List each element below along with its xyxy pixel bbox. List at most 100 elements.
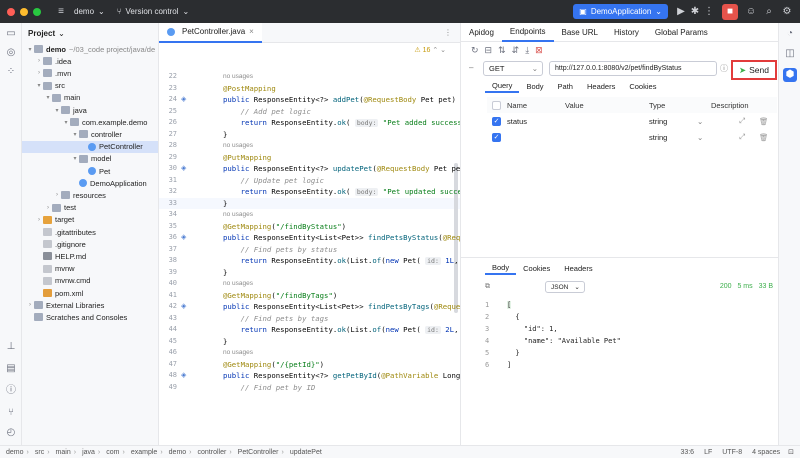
tree-item[interactable]: ▾ src <box>22 80 158 92</box>
request-tab[interactable]: Path <box>551 79 580 93</box>
maximize-window-icon[interactable] <box>33 7 41 16</box>
apidog-tab[interactable]: Base URL <box>554 23 606 42</box>
expand-icon[interactable]: ⇅ <box>498 45 506 56</box>
expand-arrow-icon[interactable]: ▾ <box>62 119 70 126</box>
tree-item[interactable]: ▾ controller <box>22 128 158 140</box>
stop-icon[interactable]: ■ <box>722 3 738 20</box>
tree-item[interactable]: mvnw <box>22 263 158 275</box>
hamburger-menu-icon[interactable]: ≡ <box>54 5 68 19</box>
problems-icon[interactable]: ⓘ <box>5 385 17 397</box>
expand-arrow-icon[interactable]: › <box>44 205 52 211</box>
tree-item[interactable]: HELP.md <box>22 250 158 262</box>
endpoint-gutter-icon[interactable]: ◈ <box>181 371 186 379</box>
expand-arrow-icon[interactable]: › <box>35 58 43 64</box>
apidog-icon[interactable]: ⬢ <box>783 68 797 82</box>
inspection-widget[interactable]: ⚠ 16 ⌃ ⌄ <box>414 46 446 54</box>
tree-item[interactable]: pom.xml <box>22 287 158 299</box>
left-arrow-icon[interactable]: – <box>469 63 473 72</box>
close-window-icon[interactable] <box>7 7 15 16</box>
structure-icon[interactable]: ⁘ <box>5 66 17 78</box>
usages-hint[interactable]: no usages <box>223 73 253 80</box>
tree-item[interactable]: DemoApplication <box>22 177 158 189</box>
services-icon[interactable]: ◴ <box>5 427 17 439</box>
param-checkbox[interactable]: ✓ <box>492 116 501 126</box>
expand-arrow-icon[interactable]: ▾ <box>35 82 43 89</box>
project-selector[interactable]: demo ⌄ <box>74 7 105 16</box>
breadcrumb-item[interactable]: src › <box>35 449 50 456</box>
breadcrumb-item[interactable]: main › <box>56 449 77 456</box>
tree-item[interactable]: .gitignore <box>22 238 158 250</box>
expand-arrow-icon[interactable]: ▾ <box>26 46 34 53</box>
tree-item[interactable]: mvnw.cmd <box>22 275 158 287</box>
expand-arrow-icon[interactable]: › <box>35 70 43 76</box>
more-actions-icon[interactable]: ⋮ <box>702 5 716 19</box>
tree-item[interactable]: Pet <box>22 165 158 177</box>
tree-item[interactable]: ▾ model <box>22 153 158 165</box>
filter-icon[interactable]: ⊟ <box>485 45 493 56</box>
terminal-icon[interactable]: ▤ <box>5 363 17 375</box>
run-configuration-selector[interactable]: ▣ DemoApplication ⌄ <box>573 4 668 19</box>
expand-arrow-icon[interactable]: › <box>26 302 34 308</box>
expand-arrow-icon[interactable]: ▾ <box>53 107 61 114</box>
tree-item[interactable]: › .mvn <box>22 67 158 79</box>
tab-petcontroller[interactable]: PetController.java × <box>159 22 262 43</box>
tree-item[interactable]: ▾ demo ~/03_code project/java/de <box>22 43 158 55</box>
select-all-checkbox[interactable] <box>492 100 501 110</box>
tree-item[interactable]: Scratches and Consoles <box>22 311 158 323</box>
vcs-selector[interactable]: ⑂ Version control ⌄ <box>117 7 189 16</box>
expand-arrow-icon[interactable]: ▾ <box>44 94 52 101</box>
request-tab[interactable]: Headers <box>580 79 622 93</box>
request-tab[interactable]: Query <box>485 79 520 93</box>
expand-arrow-icon[interactable]: › <box>35 217 43 223</box>
indent-setting[interactable]: 4 spaces <box>752 449 780 456</box>
expand-field-icon[interactable]: ⤢ <box>739 116 745 126</box>
notifications-icon[interactable]: ◔ <box>784 28 796 40</box>
run-tool-icon[interactable]: ⊥ <box>5 341 17 353</box>
search-icon[interactable]: ⌕ <box>762 5 776 19</box>
param-type[interactable]: string <box>649 117 667 126</box>
tree-item[interactable]: › External Libraries <box>22 299 158 311</box>
url-input[interactable]: http://127.0.0.1:8080/v2/pet/findByStatu… <box>549 61 717 76</box>
settings-gear-icon[interactable]: ⚙ <box>780 5 794 19</box>
usages-hint[interactable]: no usages <box>223 211 253 218</box>
url-info-icon[interactable]: ⓘ <box>720 63 728 74</box>
endpoint-gutter-icon[interactable]: ◈ <box>181 164 186 172</box>
endpoint-gutter-icon[interactable]: ◈ <box>181 233 186 241</box>
database-icon[interactable]: ◫ <box>784 48 796 60</box>
commit-icon[interactable]: ◎ <box>5 47 17 59</box>
breadcrumb-item[interactable]: java › <box>82 449 100 456</box>
endpoint-gutter-icon[interactable]: ◈ <box>181 95 186 103</box>
cursor-position[interactable]: 33:6 <box>680 449 694 456</box>
tree-item[interactable]: ▾ java <box>22 104 158 116</box>
delete-icon[interactable]: ⊠ <box>535 45 543 56</box>
trash-icon[interactable]: 🗑 <box>759 133 769 142</box>
expand-arrow-icon[interactable]: ▾ <box>71 155 79 162</box>
tree-item[interactable]: › resources <box>22 189 158 201</box>
breadcrumb-item[interactable]: updatePet <box>290 449 322 456</box>
debug-icon[interactable]: ✱ <box>688 5 702 19</box>
refresh-icon[interactable]: ↻ <box>471 45 479 56</box>
line-separator[interactable]: LF <box>704 449 712 456</box>
tree-item[interactable]: PetController <box>22 140 158 153</box>
method-select[interactable]: GET ⌄ <box>483 61 543 76</box>
request-tab[interactable]: Body <box>519 79 550 93</box>
collapse-icon[interactable]: ⇵ <box>512 45 520 56</box>
apidog-tab[interactable]: Global Params <box>647 23 716 42</box>
lock-icon[interactable]: ⊡ <box>788 448 794 456</box>
param-checkbox[interactable]: ✓ <box>492 132 501 142</box>
request-tab[interactable]: Cookies <box>622 79 663 93</box>
breadcrumb-item[interactable]: example › <box>131 449 163 456</box>
expand-arrow-icon[interactable]: ▾ <box>71 131 79 138</box>
expand-field-icon[interactable]: ⤢ <box>739 132 745 142</box>
response-tab[interactable]: Body <box>485 261 517 275</box>
endpoint-gutter-icon[interactable]: ◈ <box>181 302 186 310</box>
param-name[interactable]: status <box>507 117 527 126</box>
tree-item[interactable]: › target <box>22 214 158 226</box>
tree-item[interactable]: › .idea <box>22 55 158 67</box>
trash-icon[interactable]: 🗑 <box>759 117 769 126</box>
project-folder-icon[interactable]: ▭ <box>5 28 17 40</box>
project-panel-header[interactable]: Project ⌄ <box>22 23 158 43</box>
breadcrumb-item[interactable]: controller › <box>198 449 232 456</box>
code-editor[interactable]: ⚠ 16 ⌃ ⌄ 22 no usages 23 @PostMapping 24 ◈ pub… <box>159 43 460 445</box>
apidog-tab[interactable]: Endpoints <box>501 23 554 42</box>
